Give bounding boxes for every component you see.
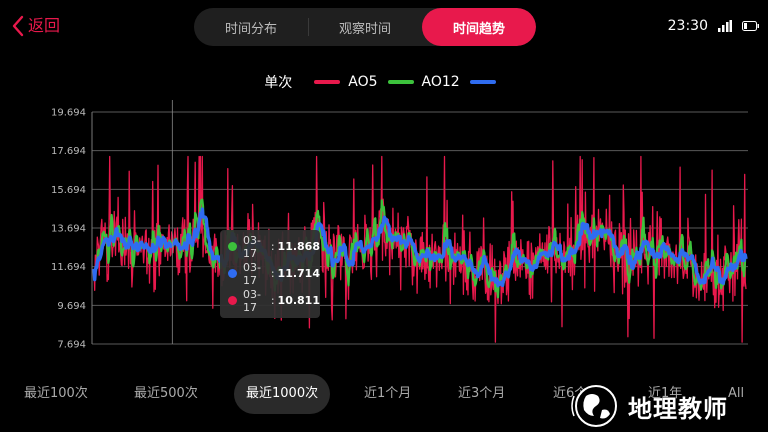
tooltip-separator: : <box>270 240 275 253</box>
chart-tooltip: 03-17 : 11.868 03-17 : 11.714 03-17 : 10… <box>220 230 320 318</box>
y-tick-label: 9.694 <box>57 301 86 312</box>
range-1-month[interactable]: 近1个月 <box>364 374 411 414</box>
tab-observation-time[interactable]: 观察时间 <box>308 8 422 46</box>
legend-item-blue[interactable] <box>460 80 504 84</box>
legend-swatch-ao5 <box>314 80 341 84</box>
range-last-1000[interactable]: 最近1000次 <box>234 374 331 414</box>
legend-item-ao12[interactable]: AO12 <box>378 74 460 90</box>
range-last-100[interactable]: 最近100次 <box>24 374 88 414</box>
tooltip-date: 03-17 <box>243 287 261 314</box>
globe-logo-icon <box>571 385 617 427</box>
battery-icon <box>742 21 759 31</box>
clock: 23:30 <box>667 18 708 34</box>
tooltip-separator: : <box>270 294 275 307</box>
tooltip-dot-ao12 <box>228 242 237 251</box>
watermark-text: 地理教师 <box>628 394 728 423</box>
watermark: 地理教师 <box>566 382 728 430</box>
back-button[interactable]: 返回 <box>12 12 60 40</box>
tooltip-dot-blue <box>228 269 237 278</box>
tooltip-separator: : <box>270 267 275 280</box>
y-tick-label: 7.694 <box>57 340 86 351</box>
legend-label-ao12: AO12 <box>421 74 460 90</box>
signal-icon <box>718 20 732 32</box>
legend-title: 单次 <box>264 75 293 91</box>
tooltip-row-ao12: 03-17 : 11.868 <box>220 233 320 260</box>
range-last-500[interactable]: 最近500次 <box>134 374 198 414</box>
y-tick-label: 13.694 <box>51 224 86 235</box>
chart-legend: 单次 AO5 AO12 <box>0 72 768 92</box>
y-tick-label: 11.694 <box>51 262 86 273</box>
chevron-left-icon <box>12 15 24 37</box>
tooltip-row-ao5: 03-17 : 10.811 <box>220 287 320 314</box>
tooltip-value: 11.868 <box>277 240 320 253</box>
status-bar: 23:30 <box>668 18 760 34</box>
y-tick-label: 15.694 <box>51 185 86 196</box>
tooltip-row-blue: 03-17 : 11.714 <box>220 260 320 287</box>
tab-time-trend[interactable]: 时间趋势 <box>422 8 536 46</box>
tooltip-date: 03-17 <box>243 233 261 260</box>
tooltip-value: 10.811 <box>277 294 320 307</box>
legend-item-ao5[interactable]: AO5 <box>304 74 378 90</box>
y-tick-label: 17.694 <box>51 146 86 157</box>
tab-time-distribution[interactable]: 时间分布 <box>194 8 308 46</box>
legend-swatch-ao12 <box>387 80 414 84</box>
tooltip-dot-ao5 <box>228 296 237 305</box>
range-all[interactable]: All <box>728 374 744 414</box>
tooltip-date: 03-17 <box>243 260 261 287</box>
y-tick-label: 19.694 <box>51 108 86 119</box>
legend-swatch-blue <box>469 80 496 84</box>
tooltip-value: 11.714 <box>277 267 320 280</box>
back-label: 返回 <box>28 16 61 35</box>
view-tabs: 时间分布 观察时间 时间趋势 <box>194 8 536 46</box>
range-3-months[interactable]: 近3个月 <box>458 374 505 414</box>
legend-label-ao5: AO5 <box>348 74 378 90</box>
trend-chart[interactable]: 19.694 17.694 15.694 13.694 11.694 9.694 7.694 <box>0 100 768 360</box>
